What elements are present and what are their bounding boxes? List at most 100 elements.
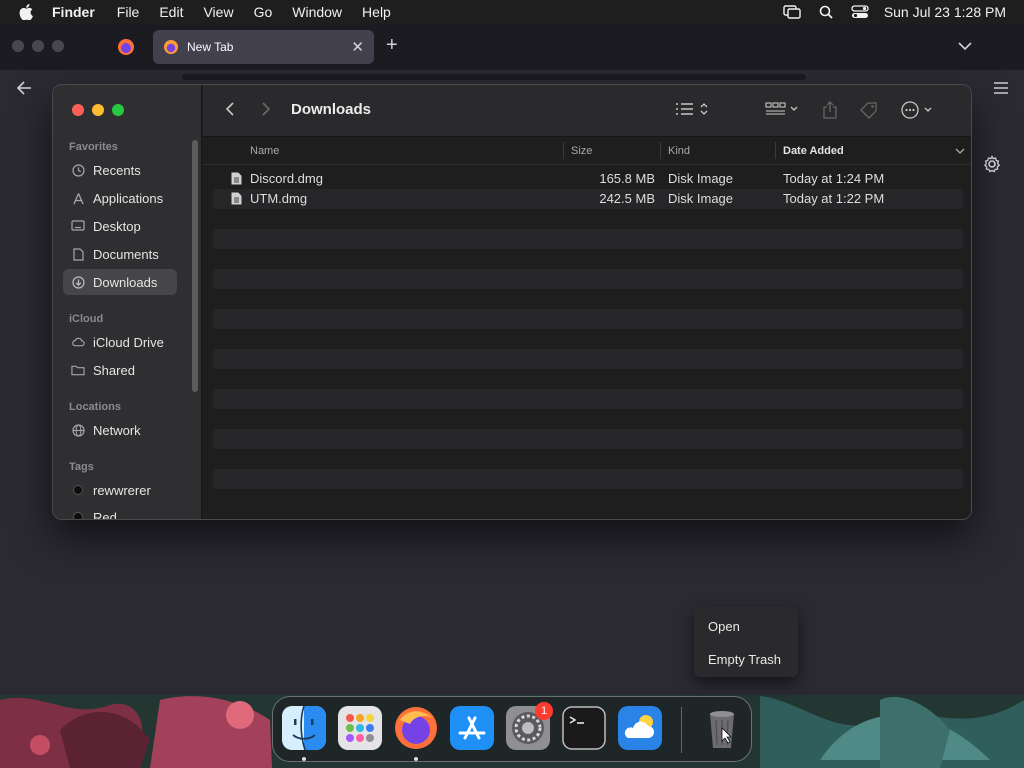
dock-divider: [681, 707, 682, 753]
url-bar[interactable]: [182, 74, 806, 80]
newtab-settings-gear-icon[interactable]: [983, 155, 1001, 178]
empty-row: [213, 489, 963, 509]
dock-weather-icon[interactable]: [616, 704, 664, 752]
shared-folder-icon: [71, 363, 85, 377]
dock-finder-icon[interactable]: [280, 704, 328, 752]
column-header-name[interactable]: Name: [250, 145, 279, 157]
dock-app-store-icon[interactable]: [448, 704, 496, 752]
column-divider[interactable]: [563, 142, 564, 159]
globe-icon: [71, 423, 85, 437]
spotlight-search-icon[interactable]: [819, 5, 833, 19]
list-view-icon[interactable]: [675, 101, 711, 117]
menu-go[interactable]: Go: [244, 0, 283, 24]
list-all-tabs-chevron-icon[interactable]: [958, 38, 972, 56]
empty-row: [213, 329, 963, 349]
finder-minimize-button[interactable]: [92, 104, 104, 116]
sidebar-item-label: Network: [93, 422, 141, 438]
sidebar-section-tags: Tags: [69, 461, 94, 473]
more-actions-ellipsis-icon[interactable]: [901, 101, 937, 119]
browser-minimize-button[interactable]: [32, 40, 44, 52]
column-header-size[interactable]: Size: [571, 145, 592, 157]
empty-row: [213, 269, 963, 289]
menu-help[interactable]: Help: [352, 0, 401, 24]
notification-badge: 1: [535, 702, 553, 720]
tab-new-tab[interactable]: New Tab ✕: [153, 30, 374, 64]
sidebar-item-desktop[interactable]: Desktop: [63, 213, 177, 239]
sidebar-item-label: Desktop: [93, 218, 141, 234]
group-grid-icon[interactable]: [765, 101, 801, 117]
menu-item-open[interactable]: Open: [708, 619, 740, 634]
menu-app-finder[interactable]: Finder: [52, 0, 107, 24]
sidebar-item-recents[interactable]: Recents: [63, 157, 177, 183]
column-header-kind[interactable]: Kind: [668, 145, 690, 157]
pinned-firefox-tab-icon[interactable]: [116, 37, 136, 57]
sidebar-item-label: iCloud Drive: [93, 334, 164, 350]
sidebar-item-tag-rewwrerer[interactable]: rewwrerer: [63, 477, 177, 503]
file-list: Discord.dmg 165.8 MB Disk Image Today at…: [213, 169, 963, 509]
finder-sidebar: Favorites Recents Applications Desktop D…: [53, 85, 202, 520]
trash-context-menu: Open Empty Trash: [694, 607, 798, 677]
finder-close-button[interactable]: [72, 104, 84, 116]
column-header-date-added[interactable]: Date Added: [783, 145, 844, 157]
dock-launchpad-icon[interactable]: [336, 704, 384, 752]
table-row[interactable]: UTM.dmg 242.5 MB Disk Image Today at 1:2…: [213, 189, 963, 209]
sidebar-item-label: Shared: [93, 362, 135, 378]
empty-row: [213, 229, 963, 249]
browser-zoom-button[interactable]: [52, 40, 64, 52]
firefox-favicon-icon: [164, 40, 178, 54]
sidebar-item-icloud-drive[interactable]: iCloud Drive: [63, 329, 177, 355]
column-divider[interactable]: [775, 142, 776, 159]
sidebar-item-tag-red[interactable]: Red: [63, 504, 177, 520]
dock-terminal-icon[interactable]: [560, 704, 608, 752]
applications-icon: [71, 191, 85, 205]
tab-title: New Tab: [187, 40, 234, 54]
sidebar-item-applications[interactable]: Applications: [63, 185, 177, 211]
empty-row: [213, 349, 963, 369]
cloud-icon: [71, 335, 85, 349]
menu-file[interactable]: File: [107, 0, 150, 24]
menu-clock[interactable]: Sun Jul 23 1:28 PM: [884, 4, 1006, 20]
forward-chevron-icon[interactable]: [261, 101, 271, 117]
download-icon: [71, 275, 85, 289]
menu-window[interactable]: Window: [282, 0, 352, 24]
back-chevron-icon[interactable]: [225, 101, 235, 117]
empty-row: [213, 469, 963, 489]
share-icon[interactable]: [822, 101, 838, 119]
empty-row: [213, 249, 963, 269]
dock-trash-icon[interactable]: [698, 704, 746, 752]
sidebar-item-shared[interactable]: Shared: [63, 357, 177, 383]
browser-back-arrow-icon[interactable]: [16, 80, 32, 100]
dock-firefox-icon[interactable]: [392, 704, 440, 752]
column-divider[interactable]: [660, 142, 661, 159]
file-kind: Disk Image: [668, 171, 734, 186]
menu-edit[interactable]: Edit: [149, 0, 193, 24]
apple-menu-icon[interactable]: [0, 4, 52, 20]
app-menu-hamburger-icon[interactable]: [994, 79, 1008, 99]
tab-close-icon[interactable]: ✕: [351, 38, 364, 56]
sidebar-item-documents[interactable]: Documents: [63, 241, 177, 267]
sort-chevron-down-icon[interactable]: [955, 146, 965, 158]
screen-mirroring-icon[interactable]: [783, 5, 801, 19]
tag-icon[interactable]: [859, 101, 879, 119]
sidebar-scrollbar[interactable]: [192, 140, 198, 392]
sidebar-item-label: Red: [93, 509, 117, 520]
menu-item-empty-trash[interactable]: Empty Trash: [708, 652, 781, 667]
new-tab-plus-icon[interactable]: +: [386, 34, 398, 57]
file-size: 242.5 MB: [599, 191, 655, 206]
desktop-icon: [71, 219, 85, 233]
running-indicator: [302, 757, 306, 761]
sidebar-item-network[interactable]: Network: [63, 417, 177, 443]
empty-row: [213, 289, 963, 309]
file-name: UTM.dmg: [250, 191, 308, 206]
finder-zoom-button[interactable]: [112, 104, 124, 116]
empty-row: [213, 209, 963, 229]
column-headers: Name Size Kind Date Added: [203, 137, 971, 165]
browser-close-button[interactable]: [12, 40, 24, 52]
empty-row: [213, 389, 963, 409]
menu-view[interactable]: View: [193, 0, 243, 24]
sidebar-item-downloads[interactable]: Downloads: [63, 269, 177, 295]
finder-window: Favorites Recents Applications Desktop D…: [52, 84, 972, 520]
control-center-icon[interactable]: [851, 5, 869, 19]
table-row[interactable]: Discord.dmg 165.8 MB Disk Image Today at…: [213, 169, 963, 189]
empty-row: [213, 409, 963, 429]
